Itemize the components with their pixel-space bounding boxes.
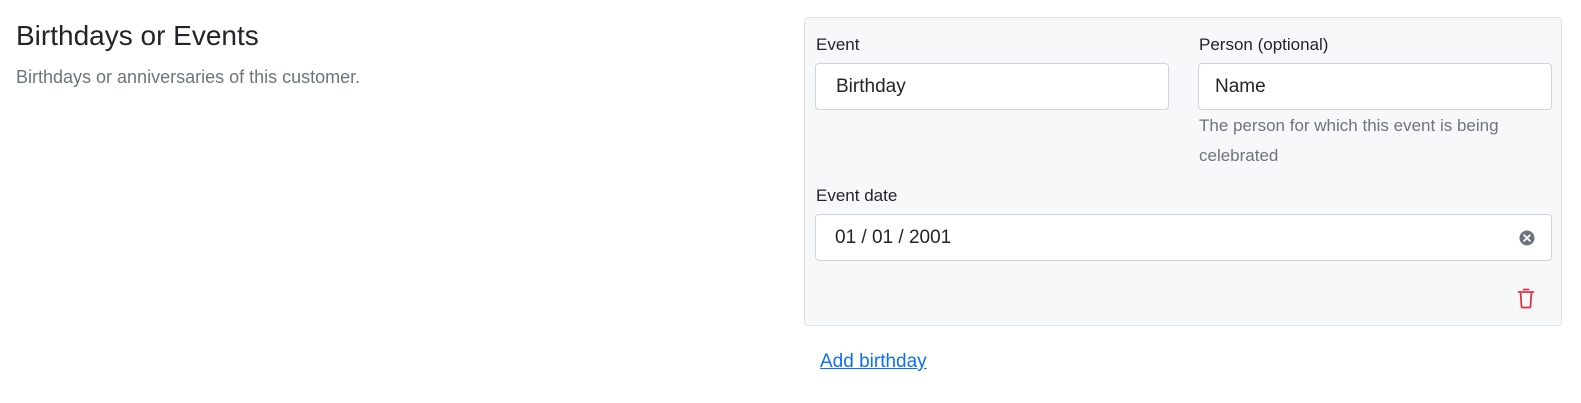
add-birthday-link[interactable]: Add birthday (820, 348, 927, 376)
event-input-value: Birthday (836, 76, 906, 97)
person-help-text-line-2: celebrated (1199, 146, 1279, 165)
person-help-text-line-1: The person for which this event is being (1199, 116, 1499, 135)
clear-circle-icon[interactable] (1519, 230, 1535, 246)
person-input[interactable]: Name (1198, 63, 1552, 110)
event-date-input[interactable]: 01 / 01 / 2001 (815, 214, 1552, 261)
person-label: Person (optional) (1199, 35, 1329, 54)
person-input-value: Name (1215, 76, 1266, 97)
section-description: Birthdays or anniversaries of this custo… (16, 67, 361, 87)
section-header: Birthdays or Events Birthdays or anniver… (16, 18, 776, 90)
birthdays-events-page: Birthdays or Events Birthdays or anniver… (0, 0, 1581, 403)
section-title: Birthdays or Events (16, 20, 259, 51)
trash-icon[interactable] (1517, 287, 1535, 309)
event-date-value: 01 / 01 / 2001 (835, 227, 952, 248)
event-input[interactable]: Birthday (815, 63, 1169, 110)
event-card: Event Birthday Person (optional) Name Th… (804, 17, 1562, 326)
event-label: Event (816, 35, 860, 54)
event-date-label: Event date (816, 186, 898, 205)
